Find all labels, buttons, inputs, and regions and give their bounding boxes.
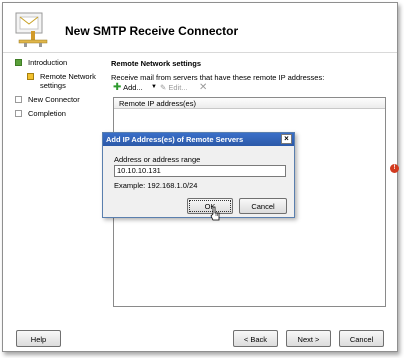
smtp-connector-icon <box>15 12 48 47</box>
wizard-header: New SMTP Receive Connector <box>3 3 397 53</box>
nav-step-remote-network-settings[interactable]: Remote Network settings <box>27 71 105 91</box>
nav-step-label: Remote Network settings <box>40 72 96 90</box>
edit-button[interactable]: ✎ Edit... <box>160 83 188 92</box>
add-dropdown-icon[interactable]: ▼ <box>151 84 157 90</box>
add-icon: ✚ <box>113 82 122 93</box>
add-button[interactable]: ✚ Add... <box>113 82 143 93</box>
wizard-footer: Help < Back Next > Cancel <box>3 325 397 351</box>
list-toolbar: ✚ Add... ▼ ✎ Edit... ✕ <box>113 82 233 95</box>
delete-icon[interactable]: ✕ <box>199 82 207 93</box>
cancel-button[interactable]: Cancel <box>339 330 384 347</box>
column-header-remote-ip[interactable]: Remote IP address(es) <box>114 98 385 109</box>
section-description: Receive mail from servers that have thes… <box>111 73 325 82</box>
step-current-icon <box>27 73 34 80</box>
help-button[interactable]: Help <box>16 330 61 347</box>
add-button-label: Add... <box>123 83 143 92</box>
back-button[interactable]: < Back <box>233 330 278 347</box>
section-title: Remote Network settings <box>111 59 202 68</box>
edit-icon: ✎ <box>160 83 167 92</box>
wizard-title: New SMTP Receive Connector <box>65 24 239 38</box>
step-pending-icon <box>15 96 22 103</box>
add-ip-dialog: Add IP Address(es) of Remote Servers × A… <box>102 132 295 218</box>
address-input[interactable]: 10.10.10.131 <box>114 165 286 177</box>
address-field-label: Address or address range <box>114 155 201 164</box>
nav-step-label: New Connector <box>28 95 80 104</box>
nav-step-label: Completion <box>28 109 66 118</box>
dialog-cancel-button[interactable]: Cancel <box>239 198 287 214</box>
edit-button-label: Edit... <box>168 83 188 92</box>
dialog-title: Add IP Address(es) of Remote Servers <box>106 135 244 144</box>
mouse-pointer-icon <box>210 206 220 221</box>
nav-step-label: Introduction <box>28 58 68 67</box>
step-pending-icon <box>15 110 22 117</box>
error-icon[interactable]: ! <box>390 164 399 173</box>
close-icon[interactable]: × <box>281 134 292 144</box>
dialog-title-bar[interactable]: Add IP Address(es) of Remote Servers × <box>103 133 294 146</box>
next-button[interactable]: Next > <box>286 330 331 347</box>
address-example: Example: 192.168.1.0/24 <box>114 181 198 190</box>
step-done-icon <box>15 59 22 66</box>
